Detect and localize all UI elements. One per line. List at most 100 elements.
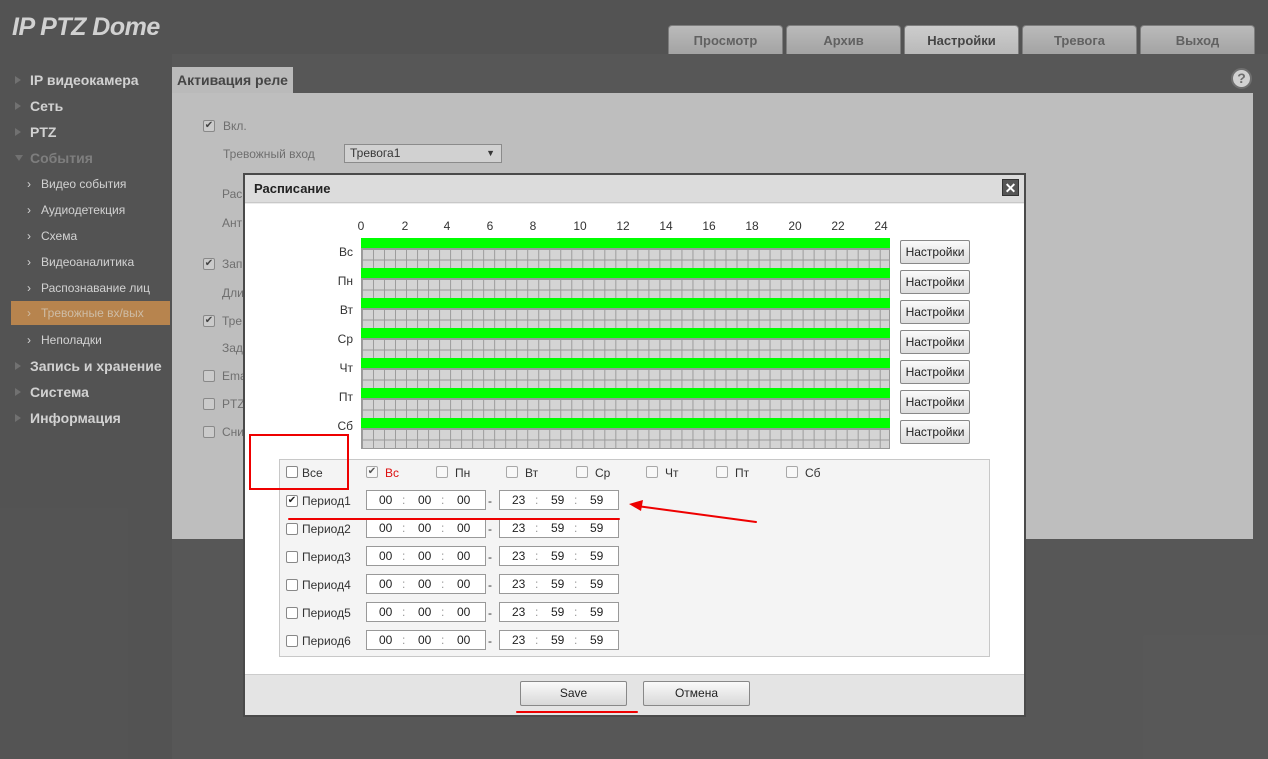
day-label-sun: Вс (338, 245, 353, 259)
hour-label: 8 (529, 219, 537, 233)
schedule-grid-sat[interactable] (361, 428, 890, 449)
schedule-grid-mon[interactable] (361, 278, 890, 299)
period-end-time-1[interactable]: 23:59:59 (499, 490, 619, 510)
time-range-dash: - (488, 634, 492, 648)
schedule-grid-tue[interactable] (361, 308, 890, 329)
day-checkbox-sat[interactable] (786, 466, 798, 478)
hours-value: 23 (512, 521, 526, 535)
day-label-thu: Чт (339, 361, 354, 375)
time-range-dash: - (488, 606, 492, 620)
day-checkbox-sun[interactable] (366, 466, 378, 478)
time-separator: : (535, 605, 539, 619)
hours-value: 23 (512, 493, 526, 507)
hour-label: 18 (745, 219, 759, 233)
hour-label: 12 (616, 219, 630, 233)
time-separator: : (574, 605, 578, 619)
hour-label: 4 (443, 219, 451, 233)
seconds-value: 59 (590, 633, 604, 647)
settings-button-sun[interactable]: Настройки (900, 240, 970, 264)
schedule-bar-thu[interactable] (361, 358, 890, 368)
settings-button-fri[interactable]: Настройки (900, 390, 970, 414)
minutes-value: 59 (551, 521, 565, 535)
schedule-grid-thu[interactable] (361, 368, 890, 389)
minutes-value: 00 (418, 605, 432, 619)
schedule-grid-wed[interactable] (361, 338, 890, 359)
schedule-bar-mon[interactable] (361, 268, 890, 278)
hour-label: 2 (401, 219, 409, 233)
period-end-time-5[interactable]: 23:59:59 (499, 602, 619, 622)
hours-value: 23 (512, 605, 526, 619)
period-end-time-3[interactable]: 23:59:59 (499, 546, 619, 566)
period-checkbox-2[interactable] (286, 523, 298, 535)
seconds-value: 59 (590, 493, 604, 507)
hours-value: 23 (512, 549, 526, 563)
settings-button-thu[interactable]: Настройки (900, 360, 970, 384)
settings-button-tue[interactable]: Настройки (900, 300, 970, 324)
day-checkbox-tue[interactable] (506, 466, 518, 478)
close-icon[interactable]: ✕ (1002, 179, 1019, 196)
schedule-grid-fri[interactable] (361, 398, 890, 419)
schedule-grid-sun[interactable] (361, 248, 890, 269)
day-label-fri: Пт (338, 390, 353, 404)
period-end-time-6[interactable]: 23:59:59 (499, 630, 619, 650)
hour-label: 14 (659, 219, 673, 233)
minutes-value: 59 (551, 577, 565, 591)
annotation-arrow-icon (629, 500, 757, 523)
seconds-value: 00 (457, 521, 471, 535)
hour-label: 24 (874, 219, 888, 233)
seconds-value: 00 (457, 549, 471, 563)
time-separator: : (441, 549, 445, 563)
schedule-bar-sun[interactable] (361, 238, 890, 248)
day-checkbox-fri[interactable] (716, 466, 728, 478)
day-checkbox-thu[interactable] (646, 466, 658, 478)
schedule-bar-tue[interactable] (361, 298, 890, 308)
time-separator: : (574, 633, 578, 647)
time-separator: : (535, 521, 539, 535)
save-button[interactable]: Save (520, 681, 627, 706)
hours-value: 00 (379, 633, 393, 647)
day-checkbox-wed[interactable] (576, 466, 588, 478)
time-separator: : (441, 493, 445, 507)
schedule-bar-fri[interactable] (361, 388, 890, 398)
period-start-time-4[interactable]: 00:00:00 (366, 574, 486, 594)
hours-value: 00 (379, 605, 393, 619)
time-separator: : (535, 549, 539, 563)
period-checkbox-5[interactable] (286, 607, 298, 619)
day-checkbox-label-wed: Ср (595, 466, 611, 480)
period-label-2: Период2 (302, 522, 351, 536)
period-checkbox-4[interactable] (286, 579, 298, 591)
period-end-time-2[interactable]: 23:59:59 (499, 518, 619, 538)
seconds-value: 00 (457, 633, 471, 647)
period-checkbox-3[interactable] (286, 551, 298, 563)
minutes-value: 00 (418, 521, 432, 535)
dialog-title: Расписание (245, 175, 1024, 203)
period-checkbox-1[interactable] (286, 495, 298, 507)
period-start-time-5[interactable]: 00:00:00 (366, 602, 486, 622)
cancel-button[interactable]: Отмена (643, 681, 750, 706)
minutes-value: 00 (418, 493, 432, 507)
period-start-time-3[interactable]: 00:00:00 (366, 546, 486, 566)
period-checkbox-6[interactable] (286, 635, 298, 647)
time-range-dash: - (488, 578, 492, 592)
day-label-sat: Сб (337, 419, 353, 433)
schedule-bar-sat[interactable] (361, 418, 890, 428)
hour-label: 20 (788, 219, 802, 233)
schedule-bar-wed[interactable] (361, 328, 890, 338)
period-start-time-2[interactable]: 00:00:00 (366, 518, 486, 538)
day-checkbox-mon[interactable] (436, 466, 448, 478)
day-label-mon: Пн (337, 274, 353, 288)
settings-button-mon[interactable]: Настройки (900, 270, 970, 294)
settings-button-sat[interactable]: Настройки (900, 420, 970, 444)
minutes-value: 59 (551, 549, 565, 563)
settings-button-wed[interactable]: Настройки (900, 330, 970, 354)
hours-value: 00 (379, 549, 393, 563)
period-end-time-4[interactable]: 23:59:59 (499, 574, 619, 594)
time-separator: : (402, 493, 406, 507)
seconds-value: 59 (590, 605, 604, 619)
day-checkbox-label-sat: Сб (805, 466, 821, 480)
time-separator: : (574, 521, 578, 535)
period-start-time-6[interactable]: 00:00:00 (366, 630, 486, 650)
period-start-time-1[interactable]: 00:00:00 (366, 490, 486, 510)
hour-label: 6 (486, 219, 494, 233)
time-separator: : (574, 493, 578, 507)
